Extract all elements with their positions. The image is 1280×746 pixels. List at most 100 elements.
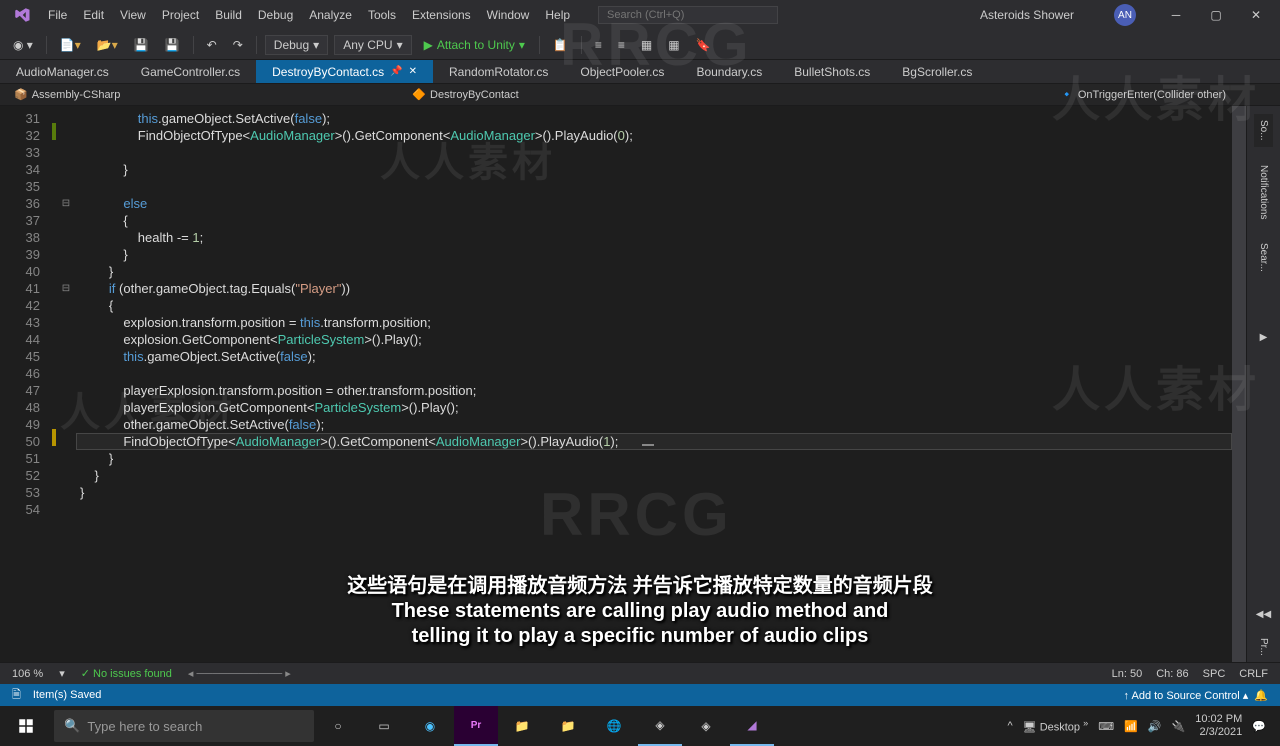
tab-file[interactable]: BulletShots.cs xyxy=(778,60,886,83)
config-dropdown[interactable]: Debug ▾ xyxy=(265,35,328,55)
save-all-button[interactable]: 💾 xyxy=(160,35,185,55)
power-icon[interactable]: 🔌 xyxy=(1172,720,1186,733)
menu-help[interactable]: Help xyxy=(537,4,578,26)
breadcrumb-method[interactable]: 🔹 OnTriggerEnter(Collider other) xyxy=(1054,88,1232,101)
properties-tab[interactable]: Pr... xyxy=(1254,632,1273,662)
notifications-icon[interactable]: 💬 xyxy=(1252,720,1266,733)
windows-taskbar: 🔍 Type here to search ○ ▭ ◉ Pr 📁 📁 🌐 ◈ ◈… xyxy=(0,706,1280,746)
wifi-icon[interactable]: 📶 xyxy=(1124,720,1138,733)
volume-icon[interactable]: 🔊 xyxy=(1148,720,1162,733)
edge-icon[interactable]: ◉ xyxy=(408,706,452,746)
menu-project[interactable]: Project xyxy=(154,4,207,26)
uncomment-button[interactable]: ▦ xyxy=(663,35,684,55)
system-tray: ^ 🖥 Desktop » ⌨ 📶 🔊 🔌 10:02 PM 2/3/2021 … xyxy=(1007,713,1276,739)
maximize-button[interactable]: ▢ xyxy=(1196,1,1236,29)
window-controls: ─ ▢ ✕ xyxy=(1156,1,1276,29)
premiere-icon[interactable]: Pr xyxy=(454,706,498,746)
attach-unity-button[interactable]: ▶ Attach to Unity ▾ xyxy=(418,36,531,54)
notifications-tab[interactable]: Notifications xyxy=(1254,159,1273,225)
project-title: Asteroids Shower xyxy=(778,8,1114,22)
vs-statusbar: 🗎 Item(s) Saved ↑ Add to Source Control … xyxy=(0,684,1280,706)
taskbar-apps: ○ ▭ ◉ Pr 📁 📁 🌐 ◈ ◈ ◢ xyxy=(316,706,774,746)
breadcrumb-project[interactable]: 📦 Assembly-CSharp xyxy=(8,88,126,101)
fold-gutter[interactable]: ⊟⊟ xyxy=(56,106,76,662)
issues-indicator[interactable]: ✓ No issues found xyxy=(81,667,172,680)
menu-debug[interactable]: Debug xyxy=(250,4,301,26)
task-view-icon[interactable]: ▭ xyxy=(362,706,406,746)
menu-window[interactable]: Window xyxy=(479,4,538,26)
menu-edit[interactable]: Edit xyxy=(75,4,112,26)
save-button[interactable]: 💾 xyxy=(129,35,154,55)
menu-bar: FileEditViewProjectBuildDebugAnalyzeTool… xyxy=(40,4,578,26)
search-tab[interactable]: Sear... xyxy=(1254,237,1273,278)
unity-icon[interactable]: ◈ xyxy=(638,706,682,746)
nav-back-button[interactable]: ◉ ▾ xyxy=(8,35,38,55)
menu-tools[interactable]: Tools xyxy=(360,4,404,26)
arrow-icon[interactable]: ▶ xyxy=(1260,332,1268,343)
explorer-icon[interactable]: 📁 xyxy=(500,706,544,746)
indent-more-button[interactable]: ≡ xyxy=(613,35,630,55)
breadcrumb-class[interactable]: 🔶 DestroyByContact xyxy=(406,88,524,101)
solution-explorer-tab[interactable]: So... xyxy=(1254,114,1273,147)
tab-file[interactable]: RandomRotator.cs xyxy=(433,60,564,83)
tab-file[interactable]: ObjectPooler.cs xyxy=(564,60,680,83)
toolbar: ◉ ▾ 📄▾ 📂▾ 💾 💾 ↶ ↷ Debug ▾ Any CPU ▾ ▶ At… xyxy=(0,30,1280,60)
menu-extensions[interactable]: Extensions xyxy=(404,4,479,26)
clock[interactable]: 10:02 PM 2/3/2021 xyxy=(1195,713,1242,739)
main-area: 3132333435363738394041424344454647484950… xyxy=(0,106,1280,662)
vs-icon[interactable]: ◢ xyxy=(730,706,774,746)
new-button[interactable]: 📄▾ xyxy=(55,35,86,55)
breadcrumb: 📦 Assembly-CSharp 🔶 DestroyByContact 🔹 O… xyxy=(0,84,1280,106)
minimize-button[interactable]: ─ xyxy=(1156,1,1196,29)
cortana-icon[interactable]: ○ xyxy=(316,706,360,746)
tab-file[interactable]: GameController.cs xyxy=(125,60,256,83)
zoom-level[interactable]: 106 % xyxy=(12,668,43,680)
menu-file[interactable]: File xyxy=(40,4,75,26)
undo-button[interactable]: ↶ xyxy=(202,35,222,55)
pin-icon[interactable]: 📌 xyxy=(390,66,402,77)
line-ending-indicator[interactable]: CRLF xyxy=(1239,668,1268,680)
open-button[interactable]: 📂▾ xyxy=(92,35,123,55)
side-panel: So... Notifications Sear... ▶ ◀◀ Pr... xyxy=(1246,106,1280,662)
arrow-left-icon[interactable]: ◀◀ xyxy=(1256,609,1271,620)
taskbar-search[interactable]: 🔍 Type here to search xyxy=(54,710,314,742)
line-numbers: 3132333435363738394041424344454647484950… xyxy=(0,106,52,662)
user-avatar[interactable]: AN xyxy=(1114,4,1136,26)
tool-btn-1[interactable]: 📋 xyxy=(548,35,573,55)
menu-view[interactable]: View xyxy=(112,4,154,26)
menu-analyze[interactable]: Analyze xyxy=(301,4,360,26)
status-message: Item(s) Saved xyxy=(33,689,101,701)
chrome-icon[interactable]: 🌐 xyxy=(592,706,636,746)
editor-tabs: AudioManager.csGameController.csDestroyB… xyxy=(0,60,1280,84)
tab-file[interactable]: Boundary.cs xyxy=(680,60,778,83)
menu-build[interactable]: Build xyxy=(207,4,250,26)
line-indicator: Ln: 50 xyxy=(1112,668,1143,680)
editor-statusbar: 106 % ▾ ✓ No issues found ◂ ─────────── … xyxy=(0,662,1280,684)
source-control-button[interactable]: ↑ Add to Source Control ▴ xyxy=(1124,689,1249,702)
titlebar: FileEditViewProjectBuildDebugAnalyzeTool… xyxy=(0,0,1280,30)
desktop-toolbar[interactable]: 🖥 Desktop » xyxy=(1023,718,1089,734)
tab-file[interactable]: DestroyByContact.cs 📌 ✕ xyxy=(256,60,433,83)
comment-button[interactable]: ▦ xyxy=(636,35,657,55)
unity-hub-icon[interactable]: ◈ xyxy=(684,706,728,746)
notifications-button[interactable]: 🔔 xyxy=(1254,689,1268,702)
col-indicator: Ch: 86 xyxy=(1156,668,1188,680)
bookmark-button[interactable]: 🔖 xyxy=(691,35,716,55)
spaces-indicator[interactable]: SPC xyxy=(1203,668,1226,680)
tab-file[interactable]: AudioManager.cs xyxy=(0,60,125,83)
indent-less-button[interactable]: ≡ xyxy=(590,35,607,55)
vs-logo-icon xyxy=(12,5,32,25)
code-editor[interactable]: 3132333435363738394041424344454647484950… xyxy=(0,106,1246,662)
keyboard-icon[interactable]: ⌨ xyxy=(1098,720,1114,733)
tab-file[interactable]: BgScroller.cs xyxy=(886,60,988,83)
close-icon[interactable]: ✕ xyxy=(409,66,417,77)
vertical-scrollbar[interactable] xyxy=(1232,106,1246,662)
code-content[interactable]: this.gameObject.SetActive(false); FindOb… xyxy=(76,106,1232,662)
platform-dropdown[interactable]: Any CPU ▾ xyxy=(334,35,411,55)
close-button[interactable]: ✕ xyxy=(1236,1,1276,29)
redo-button[interactable]: ↷ xyxy=(228,35,248,55)
tray-chevron-icon[interactable]: ^ xyxy=(1007,720,1012,732)
start-button[interactable] xyxy=(4,706,48,746)
explorer2-icon[interactable]: 📁 xyxy=(546,706,590,746)
search-input[interactable] xyxy=(598,6,778,24)
